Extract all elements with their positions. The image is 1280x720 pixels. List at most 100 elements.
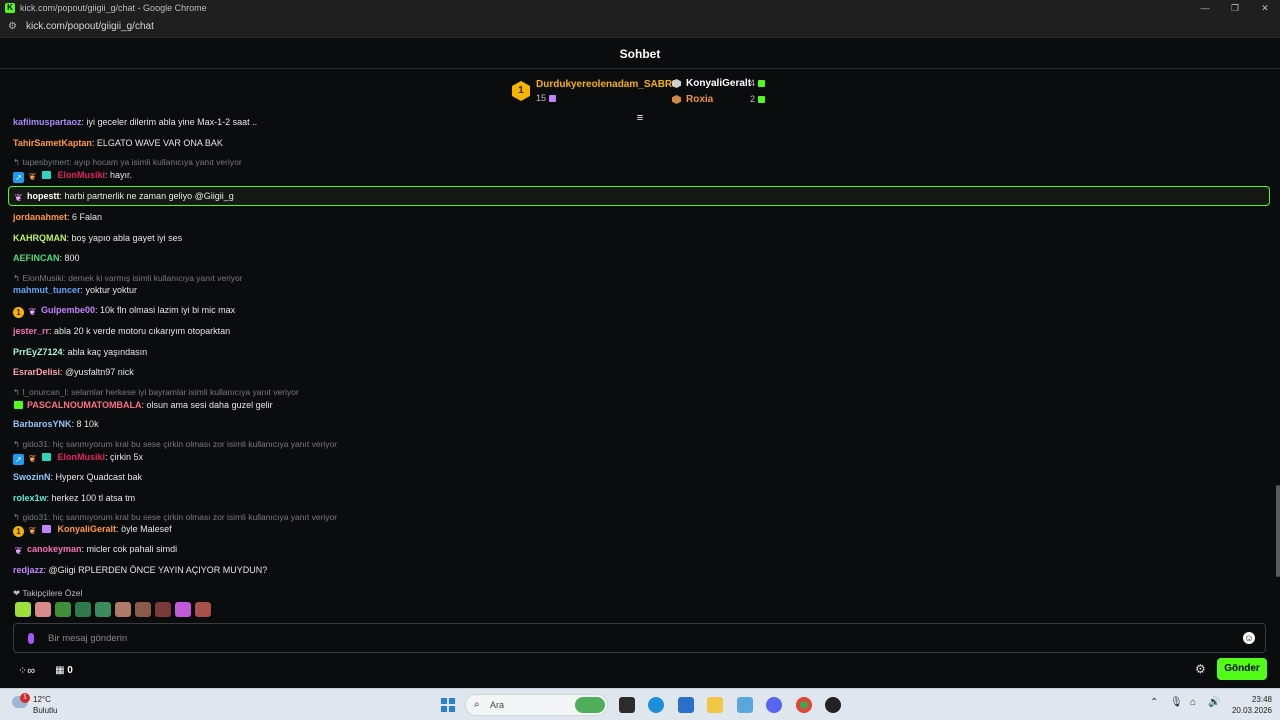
windows-taskbar: 1 12°C Bulutlu ⌕ Ara ⌃ 🎙 ⌂ 🔊 23:48 20.03… bbox=[0, 688, 1280, 720]
message-username[interactable]: EsrarDelisi bbox=[13, 367, 60, 377]
message-username[interactable]: redjazz bbox=[13, 565, 44, 575]
emoji-picker-icon[interactable]: ☺ bbox=[1243, 632, 1255, 644]
start-menu-icon[interactable] bbox=[441, 698, 455, 712]
emote-icon[interactable] bbox=[15, 602, 31, 617]
points-display[interactable]: ▦ 0 bbox=[55, 665, 73, 676]
message-username[interactable]: BarbarosYNK bbox=[13, 419, 72, 429]
message-username[interactable]: PrrEyZ7124 bbox=[13, 347, 63, 357]
send-button[interactable]: Gönder bbox=[1217, 658, 1267, 680]
message-username[interactable]: ElonMusiki bbox=[58, 452, 106, 462]
emote-icon[interactable] bbox=[55, 602, 71, 617]
butterfly-badge-icon: ❦ bbox=[28, 172, 37, 183]
message-username[interactable]: PASCALNOUMATOMBALA bbox=[27, 400, 142, 410]
emote-icon[interactable] bbox=[115, 602, 131, 617]
tray-chevron-icon[interactable]: ⌃ bbox=[1150, 697, 1158, 708]
message-username[interactable]: canokeyman bbox=[27, 544, 82, 554]
message-username[interactable]: AEFINCAN bbox=[13, 253, 60, 263]
message-username[interactable]: SwozinN bbox=[13, 472, 51, 482]
minimize-button[interactable]: — bbox=[1190, 0, 1220, 16]
chrome-icon[interactable] bbox=[796, 697, 812, 713]
emote-icon[interactable] bbox=[95, 602, 111, 617]
message-username[interactable]: rolex1w bbox=[13, 493, 47, 503]
message-text: 800 bbox=[64, 253, 80, 263]
file-explorer-icon[interactable] bbox=[707, 697, 723, 713]
emote-icon[interactable] bbox=[175, 602, 191, 617]
chat-message: AEFINCAN: 800 bbox=[13, 253, 80, 263]
leader-first-name[interactable]: Durdukyereolenadam_SABRI bbox=[536, 79, 675, 90]
volume-icon[interactable]: 🔊 bbox=[1208, 697, 1220, 708]
chat-message: 1 ❦ KonyaliGeralt: öyle Malesef bbox=[13, 523, 172, 537]
chat-toolbar: ⁘∞ ▦ 0 bbox=[18, 662, 73, 678]
butterfly-badge-icon: ❦ bbox=[14, 546, 23, 557]
message-username[interactable]: ElonMusiki bbox=[58, 170, 106, 180]
chat-scrollbar[interactable] bbox=[1276, 485, 1280, 577]
gifter-badge-icon: 1 bbox=[13, 526, 24, 537]
message-username[interactable]: jordanahmet bbox=[13, 212, 67, 222]
butterfly-badge-icon: ❦ bbox=[28, 454, 37, 465]
chat-settings-gear-icon[interactable]: ⚙ bbox=[1195, 662, 1206, 676]
restore-button[interactable]: ❐ bbox=[1220, 0, 1250, 16]
taskbar-search[interactable]: ⌕ Ara bbox=[465, 694, 608, 716]
reply-context[interactable]: ↰ l_onurcan_l: selamlar herkese iyi bayr… bbox=[13, 387, 299, 398]
chat-message: SwozinN: Hyperx Quadcast bak bbox=[13, 472, 143, 482]
chat-message: 1 ❦ Gulpembe00: 10k fln olmasi lazim iyi b… bbox=[13, 305, 235, 318]
chat-message-list[interactable]: kafiimuspartaoz: iyi geceler dilerim abl… bbox=[0, 116, 1280, 622]
chat-message: jordanahmet: 6 Falan bbox=[13, 212, 103, 222]
message-username[interactable]: Gulpembe00 bbox=[41, 305, 95, 315]
channel-points-icon[interactable]: ⁘∞ bbox=[18, 664, 35, 677]
url-text[interactable]: kick.com/popout/giigii_g/chat bbox=[26, 21, 154, 32]
message-text: öyle Malesef bbox=[121, 524, 172, 534]
address-bar[interactable]: ⚙ kick.com/popout/giigii_g/chat bbox=[0, 16, 1280, 38]
discord-icon[interactable] bbox=[766, 697, 782, 713]
weather-widget[interactable]: 1 12°C Bulutlu bbox=[12, 693, 82, 717]
chat-input-placeholder[interactable]: Bir mesaj gönderin bbox=[48, 633, 127, 644]
chat-message: EsrarDelisi: @yusfaltn97 nick bbox=[13, 367, 134, 377]
message-text: Hyperx Quadcast bak bbox=[55, 472, 143, 482]
emote-icon[interactable] bbox=[155, 602, 171, 617]
task-view-icon[interactable] bbox=[619, 697, 635, 713]
subscriber-badge-icon bbox=[41, 451, 52, 462]
message-text: yoktur yoktur bbox=[85, 285, 138, 295]
emote-icon[interactable] bbox=[75, 602, 91, 617]
microphone-icon[interactable] bbox=[28, 633, 34, 644]
emote-icon[interactable] bbox=[135, 602, 151, 617]
system-clock[interactable]: 23:48 20.03.2026 bbox=[1228, 694, 1272, 716]
network-icon[interactable]: ⌂ bbox=[1190, 697, 1196, 708]
reply-context[interactable]: ↰ gido31: hiç sanmıyorum kral bu sese çi… bbox=[13, 439, 337, 450]
message-text: herkez 100 tl atsa tm bbox=[51, 493, 136, 503]
chat-message-input[interactable]: Bir mesaj gönderin ☺ bbox=[13, 623, 1266, 653]
message-username[interactable]: KonyaliGeralt bbox=[58, 524, 117, 534]
rank-one-badge-icon: 1 bbox=[512, 81, 530, 101]
message-text: 8 10k bbox=[76, 419, 99, 429]
leader-second-name[interactable]: KonyaliGeralt bbox=[686, 78, 751, 89]
subscriber-badge-icon bbox=[41, 169, 52, 180]
message-text: harbi partnerlik ne zaman geliyo @Giigii… bbox=[64, 191, 234, 201]
message-username[interactable]: kafiimuspartaoz bbox=[13, 117, 82, 127]
store-icon[interactable] bbox=[678, 697, 694, 713]
butterfly-badge-icon: ❦ bbox=[28, 307, 37, 318]
message-username[interactable]: jester_rr bbox=[13, 326, 49, 336]
chat-message: BarbarosYNK: 8 10k bbox=[13, 419, 99, 429]
rank-three-badge-icon bbox=[672, 95, 681, 104]
chat-message: kafiimuspartaoz: iyi geceler dilerim abl… bbox=[13, 117, 258, 127]
reply-context[interactable]: ↰ ElonMusiki: demek ki varmış isimli kul… bbox=[13, 273, 243, 284]
leader-third-name[interactable]: Roxia bbox=[686, 94, 713, 105]
message-username[interactable]: KAHRQMAN bbox=[13, 233, 67, 243]
close-button[interactable]: ✕ bbox=[1250, 0, 1280, 16]
reply-context[interactable]: ↰ gido31: hiç sanmıyorum kral bu sese çi… bbox=[13, 512, 337, 523]
app-icon[interactable] bbox=[825, 697, 841, 713]
edge-browser-icon[interactable] bbox=[648, 697, 664, 713]
reply-context[interactable]: ↰ tapesbymert: ayıp hocam ya isimli kull… bbox=[13, 157, 242, 168]
settings-app-icon[interactable] bbox=[737, 697, 753, 713]
verified-badge-icon: ↗ bbox=[13, 454, 24, 465]
emote-icon[interactable] bbox=[35, 602, 51, 617]
message-username[interactable]: hopestt bbox=[27, 191, 60, 201]
message-username[interactable]: TahirSametKaptan bbox=[13, 138, 92, 148]
emote-icon[interactable] bbox=[195, 602, 211, 617]
chat-message: KAHRQMAN: boş yapıo abla gayet iyi ses bbox=[13, 233, 183, 243]
message-username[interactable]: mahmut_tuncer bbox=[13, 285, 81, 295]
microphone-tray-icon[interactable]: 🎙 bbox=[1170, 697, 1183, 708]
gift-icon bbox=[758, 96, 766, 104]
site-info-icon[interactable]: ⚙ bbox=[8, 21, 20, 32]
emote-section-title: ❤ Takipçilere Özel bbox=[13, 588, 83, 598]
